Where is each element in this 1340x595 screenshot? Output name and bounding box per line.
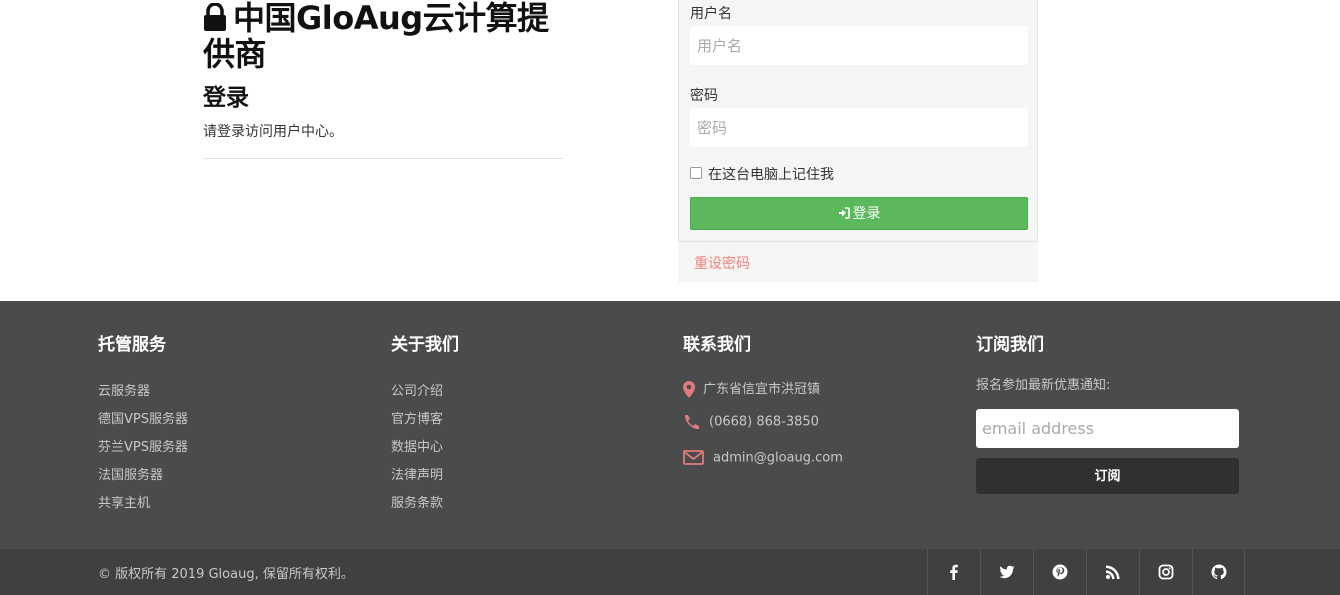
twitter-link[interactable] — [980, 549, 1033, 595]
facebook-icon — [950, 564, 958, 580]
footer-contact: 联系我们 广东省信宜市洪冠镇 (0668) 868-3850 admin@glo… — [683, 334, 903, 484]
footer: 托管服务 云服务器 德国VPS服务器 芬兰VPS服务器 法国服务器 共享主机 关… — [0, 301, 1340, 549]
phone-icon — [684, 415, 699, 430]
hosting-link[interactable]: 芬兰VPS服务器 — [98, 434, 188, 462]
instagram-link[interactable] — [1139, 549, 1192, 595]
login-button[interactable]: 登录 — [690, 197, 1028, 230]
subscribe-title: 订阅我们 — [976, 335, 1044, 355]
copyright: © 版权所有 2019 Gloaug, 保留所有权利。 — [98, 567, 354, 582]
password-input[interactable] — [690, 108, 1028, 147]
about-link[interactable]: 数据中心 — [391, 434, 459, 462]
page-title: 中国GloAug云计算提供商 — [203, 0, 563, 72]
github-link[interactable] — [1192, 549, 1245, 595]
about-link[interactable]: 官方博客 — [391, 406, 459, 434]
login-button-label: 登录 — [852, 206, 881, 222]
contact-email: admin@gloaug.com — [683, 450, 843, 466]
map-marker-icon — [683, 381, 695, 398]
pinterest-icon — [1052, 564, 1068, 580]
hosting-link[interactable]: 云服务器 — [98, 378, 188, 406]
sign-in-icon — [838, 207, 850, 219]
bottom-bar: © 版权所有 2019 Gloaug, 保留所有权利。 — [0, 549, 1340, 595]
contact-address: 广东省信宜市洪冠镇 — [683, 378, 820, 398]
login-intro: 中国GloAug云计算提供商 登录 请登录访问用户中心。 — [203, 0, 563, 167]
phone-text: (0668) 868-3850 — [709, 414, 819, 430]
username-input[interactable] — [690, 26, 1028, 65]
username-label: 用户名 — [690, 6, 732, 22]
site-title-text: 中国GloAug云计算提供商 — [203, 0, 549, 73]
about-link[interactable]: 法律声明 — [391, 462, 459, 490]
intro-divider — [203, 158, 563, 159]
footer-about: 关于我们 公司介绍 官方博客 数据中心 法律声明 服务条款 — [391, 334, 459, 518]
contact-title: 联系我们 — [683, 335, 751, 355]
footer-hosting: 托管服务 云服务器 德国VPS服务器 芬兰VPS服务器 法国服务器 共享主机 — [98, 334, 188, 518]
github-icon — [1211, 564, 1226, 580]
instagram-icon — [1158, 564, 1174, 580]
login-description: 请登录访问用户中心。 — [203, 124, 343, 140]
about-link[interactable]: 服务条款 — [391, 490, 459, 518]
remember-checkbox[interactable] — [690, 167, 702, 179]
hosting-link[interactable]: 共享主机 — [98, 490, 188, 518]
pinterest-link[interactable] — [1033, 549, 1086, 595]
remember-me[interactable]: 在这台电脑上记住我 — [690, 164, 834, 184]
about-title: 关于我们 — [391, 335, 459, 355]
footer-subscribe: 订阅我们 报名参加最新优惠通知: 订阅 — [976, 334, 1239, 494]
twitter-icon — [999, 565, 1015, 579]
login-heading: 登录 — [203, 85, 249, 111]
login-panel: 用户名 密码 在这台电脑上记住我 登录 重设密码 — [678, 0, 1038, 282]
social-links — [927, 549, 1245, 595]
address-text: 广东省信宜市洪冠镇 — [703, 382, 821, 397]
hosting-title: 托管服务 — [98, 335, 166, 355]
subscribe-description: 报名参加最新优惠通知: — [976, 378, 1111, 393]
subscribe-button[interactable]: 订阅 — [976, 458, 1239, 494]
facebook-link[interactable] — [927, 549, 980, 595]
login-section: 中国GloAug云计算提供商 登录 请登录访问用户中心。 用户名 密码 在这台电… — [0, 0, 1340, 301]
hosting-link[interactable]: 法国服务器 — [98, 462, 188, 490]
email-text: admin@gloaug.com — [713, 450, 843, 466]
password-label: 密码 — [690, 88, 718, 104]
lock-icon — [204, 3, 226, 31]
login-form: 用户名 密码 在这台电脑上记住我 登录 — [678, 0, 1038, 242]
rss-icon — [1106, 565, 1120, 579]
contact-phone: (0668) 868-3850 — [683, 414, 819, 430]
about-link[interactable]: 公司介绍 — [391, 378, 459, 406]
hosting-link[interactable]: 德国VPS服务器 — [98, 406, 188, 434]
envelope-icon — [683, 450, 704, 465]
rss-link[interactable] — [1086, 549, 1139, 595]
reset-password-link[interactable]: 重设密码 — [694, 253, 750, 273]
remember-label: 在这台电脑上记住我 — [708, 167, 834, 183]
subscribe-email-input[interactable] — [976, 409, 1239, 448]
